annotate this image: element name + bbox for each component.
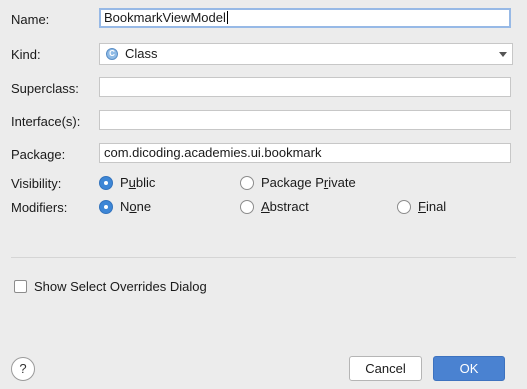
visibility-package-private-radio[interactable]: Package Private <box>240 175 356 190</box>
superclass-input[interactable] <box>99 77 511 97</box>
radio-label: Abstract <box>261 199 309 214</box>
radio-unselected-icon <box>240 175 254 190</box>
checkbox-unchecked-icon <box>14 280 27 293</box>
superclass-label: Superclass: <box>11 81 79 96</box>
class-icon: C <box>106 48 118 60</box>
package-input[interactable]: com.dicoding.academies.ui.bookmark <box>99 143 511 163</box>
radio-selected-icon <box>99 175 113 190</box>
ok-button[interactable]: OK <box>433 356 505 381</box>
modifiers-label: Modifiers: <box>11 200 68 215</box>
radio-label: Final <box>418 199 447 214</box>
show-overrides-checkbox[interactable]: Show Select Overrides Dialog <box>14 279 207 294</box>
divider <box>11 257 516 258</box>
radio-unselected-icon <box>397 199 411 214</box>
cancel-button[interactable]: Cancel <box>349 356 422 381</box>
kind-dropdown[interactable]: C Class <box>99 43 513 65</box>
interfaces-input[interactable] <box>99 110 511 130</box>
name-input[interactable]: BookmarkViewModel <box>99 8 511 28</box>
visibility-public-radio[interactable]: Public <box>99 175 155 190</box>
interfaces-label: Interface(s): <box>11 114 81 129</box>
kind-label: Kind: <box>11 47 41 62</box>
package-label: Package: <box>11 147 66 162</box>
help-button[interactable]: ? <box>11 357 35 381</box>
radio-unselected-icon <box>240 199 254 214</box>
radio-label: None <box>120 199 152 214</box>
chevron-down-icon[interactable] <box>499 52 507 57</box>
text-caret <box>226 11 228 24</box>
radio-label: Package Private <box>261 175 356 190</box>
name-label: Name: <box>11 12 50 27</box>
modifier-abstract-radio[interactable]: Abstract <box>240 199 309 214</box>
radio-label: Public <box>120 175 156 190</box>
visibility-label: Visibility: <box>11 176 62 191</box>
name-input-value: BookmarkViewModel <box>104 10 226 25</box>
show-overrides-label: Show Select Overrides Dialog <box>34 279 207 294</box>
kind-dropdown-value: Class <box>125 46 158 61</box>
radio-selected-icon <box>99 199 113 214</box>
modifier-final-radio[interactable]: Final <box>397 199 446 214</box>
modifier-none-radio[interactable]: None <box>99 199 151 214</box>
